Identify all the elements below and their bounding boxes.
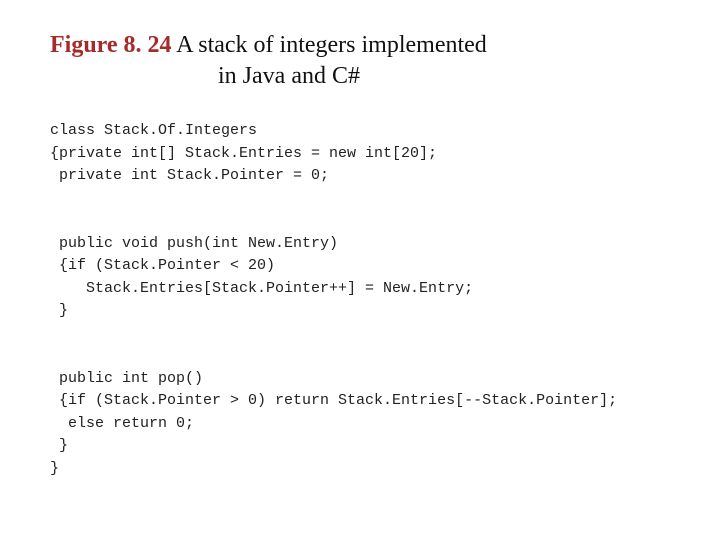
figure-caption-line-1: A stack of integers implemented	[172, 32, 487, 58]
code-listing: class Stack.Of.Integers {private int[] S…	[50, 120, 670, 480]
figure-label: Figure 8. 24	[50, 32, 172, 58]
figure-caption-line-2: in Java and C#	[50, 61, 670, 92]
figure-heading: Figure 8. 24 A stack of integers impleme…	[50, 30, 670, 92]
